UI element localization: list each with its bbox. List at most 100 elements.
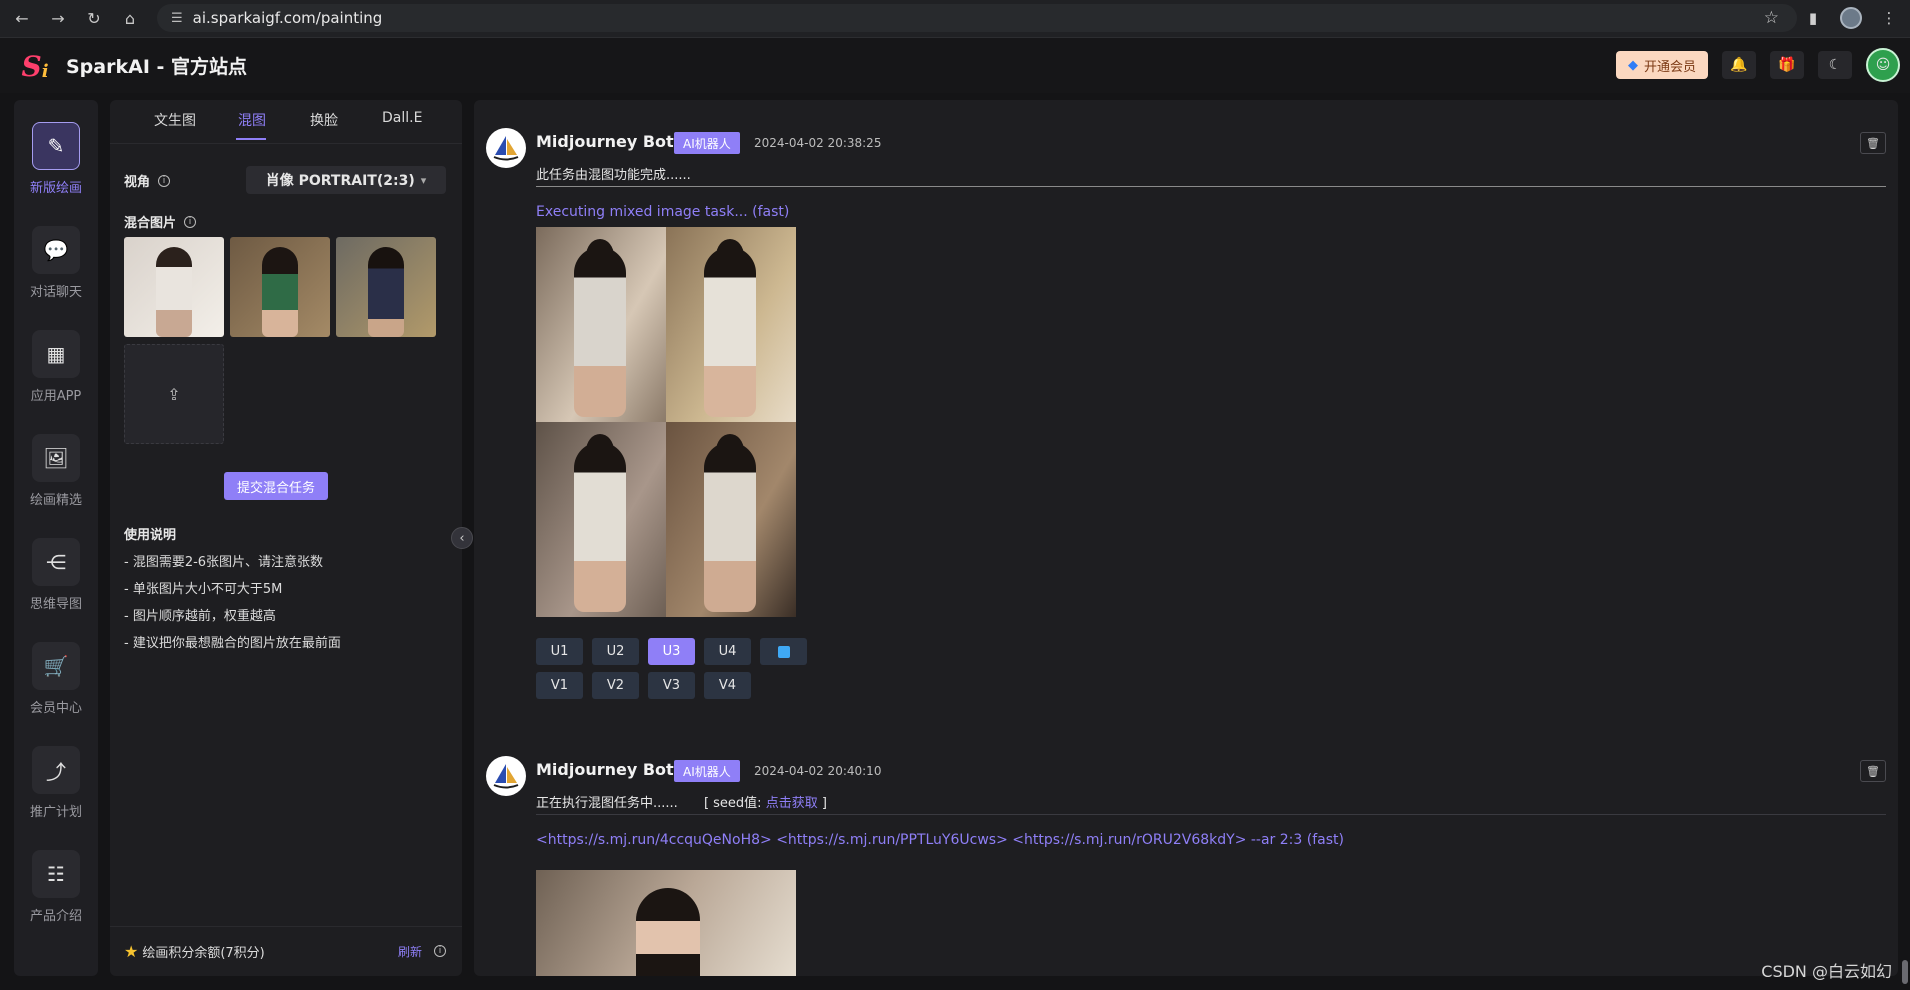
get-seed-link[interactable]: 点击获取 <box>766 796 818 811</box>
back-icon[interactable]: ← <box>8 5 36 33</box>
blend-label-text: 混合图片 <box>124 216 177 231</box>
dark-mode-toggle[interactable]: ☾ <box>1818 51 1852 79</box>
reload-icon[interactable]: ↻ <box>80 5 108 33</box>
user-avatar[interactable]: ☺ <box>1866 48 1900 82</box>
browser-menu-icon[interactable]: ⋮ <box>1876 5 1902 31</box>
view-label-text: 视角 <box>124 175 151 190</box>
forward-icon[interactable]: → <box>44 5 72 33</box>
nav-item-new-painting[interactable]: ✎ 新版绘画 <box>14 122 98 196</box>
generating-image-preview[interactable] <box>536 870 796 976</box>
variation-button-row: V1 V2 V3 V4 <box>536 672 751 699</box>
sailboat-icon <box>493 764 519 789</box>
blend-image-thumbnail[interactable] <box>124 237 224 337</box>
moon-icon: ☾ <box>1828 57 1842 73</box>
active-tab-indicator <box>236 138 266 140</box>
midjourney-bot-avatar <box>486 128 526 168</box>
midjourney-bot-avatar <box>486 756 526 796</box>
side-panel-icon[interactable]: ▮ <box>1800 5 1826 31</box>
task-prompt: <https://s.mj.run/4ccquQeNoH8> <https://… <box>536 832 1344 848</box>
tab-text-to-image[interactable]: 文生图 <box>154 110 196 130</box>
view-field-label: 视角 i <box>124 171 171 190</box>
mindmap-icon: ⋲ <box>32 538 80 586</box>
browser-profile-avatar[interactable] <box>1840 7 1862 29</box>
tab-blend[interactable]: 混图 <box>238 110 266 130</box>
instructions-title: 使用说明 <box>124 528 177 543</box>
u4-button[interactable]: U4 <box>704 638 751 665</box>
upload-icon: ⇪ <box>167 384 181 404</box>
generated-image-grid[interactable] <box>536 227 796 617</box>
nav-item-member-center[interactable]: 🛒 会员中心 <box>14 642 98 716</box>
ai-bot-badge: AI机器人 <box>674 760 740 782</box>
grid-image-3[interactable] <box>536 422 666 617</box>
nav-label: 会员中心 <box>29 701 82 716</box>
trash-icon: 🗑 <box>1866 764 1880 778</box>
collapse-panel-button[interactable]: ‹ <box>451 527 473 549</box>
tab-dalle[interactable]: Dall.E <box>382 110 422 126</box>
chevron-left-icon: ‹ <box>459 530 465 546</box>
info-icon[interactable]: i <box>184 215 197 228</box>
message-text-body: 正在执行混图任务中...... <box>536 796 678 811</box>
message-timestamp: 2024-04-02 20:38:25 <box>754 136 882 150</box>
message-text: 正在执行混图任务中...... [ seed值: 点击获取 ] <box>536 792 827 811</box>
aspect-ratio-select[interactable]: 肖像 PORTRAIT(2:3) ▾ <box>246 166 446 194</box>
page-scrollbar[interactable] <box>1902 960 1908 984</box>
chevron-down-icon: ▾ <box>420 173 427 187</box>
instruction-item: - 混图需要2-6张图片、请注意张数 <box>124 555 324 570</box>
left-sidebar: ✎ 新版绘画 💬 对话聊天 ▦ 应用APP 🖼 绘画精选 ⋲ 思维导图 🛒 会员… <box>14 100 98 976</box>
info-icon[interactable]: i <box>158 174 171 187</box>
nav-label: 对话聊天 <box>29 285 82 300</box>
info-icon[interactable]: i <box>434 945 446 957</box>
submit-blend-task-button[interactable]: 提交混合任务 <box>224 472 328 500</box>
nav-label: 推广计划 <box>29 805 82 820</box>
instruction-item: - 建议把你最想融合的图片放在最前面 <box>124 636 341 651</box>
gift-icon: 🎁 <box>1778 57 1796 73</box>
v4-button[interactable]: V4 <box>704 672 751 699</box>
u1-button[interactable]: U1 <box>536 638 583 665</box>
blend-image-thumbnail[interactable] <box>336 237 436 337</box>
bot-name: Midjourney Bot <box>536 132 674 151</box>
grid-image-2[interactable] <box>666 227 796 422</box>
u3-button[interactable]: U3 <box>648 638 695 665</box>
nav-item-product-intro[interactable]: ☷ 产品介绍 <box>14 850 98 924</box>
delete-message-button[interactable]: 🗑 <box>1860 760 1886 782</box>
url-text: ai.sparkaigf.com/painting <box>192 9 383 27</box>
home-icon[interactable]: ⌂ <box>116 5 144 33</box>
refresh-credits-link[interactable]: 刷新 <box>398 943 422 960</box>
v3-button[interactable]: V3 <box>648 672 695 699</box>
upload-image-button[interactable]: ⇪ <box>124 344 224 444</box>
reroll-icon <box>777 645 790 658</box>
gift-button[interactable]: 🎁 <box>1770 51 1804 79</box>
aspect-ratio-value: 肖像 PORTRAIT(2:3) <box>265 173 415 189</box>
delete-message-button[interactable]: 🗑 <box>1860 132 1886 154</box>
v1-button[interactable]: V1 <box>536 672 583 699</box>
nav-item-gallery[interactable]: 🖼 绘画精选 <box>14 434 98 508</box>
blend-image-thumbnail[interactable] <box>230 237 330 337</box>
v2-button[interactable]: V2 <box>592 672 639 699</box>
nav-item-mindmap[interactable]: ⋲ 思维导图 <box>14 538 98 612</box>
grid-image-1[interactable] <box>536 227 666 422</box>
gallery-icon: 🖼 <box>32 434 80 482</box>
nav-item-chat[interactable]: 💬 对话聊天 <box>14 226 98 300</box>
instruction-item: - 图片顺序越前，权重越高 <box>124 609 276 624</box>
notification-bell-button[interactable]: 🔔 <box>1722 51 1756 79</box>
grid-image-4[interactable] <box>666 422 796 617</box>
trash-icon: 🗑 <box>1866 136 1880 150</box>
u2-button[interactable]: U2 <box>592 638 639 665</box>
seed-suffix: ] <box>821 796 827 811</box>
nav-label: 思维导图 <box>29 597 82 612</box>
message-feed: Midjourney Bot AI机器人 2024-04-02 20:38:25… <box>474 100 1898 976</box>
nav-item-promotion[interactable]: ⤴ 推广计划 <box>14 746 98 820</box>
reroll-button[interactable] <box>760 638 807 665</box>
mode-tabs: 文生图 混图 换脸 Dall.E <box>110 100 462 144</box>
tab-face-swap[interactable]: 换脸 <box>310 110 338 130</box>
bookmark-star-icon[interactable]: ☆ <box>1764 8 1779 28</box>
site-settings-icon[interactable]: ☰ <box>171 11 183 26</box>
nav-item-apps[interactable]: ▦ 应用APP <box>14 330 98 404</box>
product-icon: ☷ <box>32 850 80 898</box>
address-bar[interactable]: ☰ ai.sparkaigf.com/painting ☆ <box>157 4 1797 32</box>
vip-membership-button[interactable]: ◆ 开通会员 <box>1615 51 1708 79</box>
message-text: 此任务由混图功能完成...... <box>536 168 691 183</box>
star-icon: ★ <box>124 942 139 961</box>
blend-settings-panel: 文生图 混图 换脸 Dall.E 视角 i 肖像 PORTRAIT(2:3) ▾… <box>110 100 462 976</box>
chat-bubble-icon: 💬 <box>32 226 80 274</box>
